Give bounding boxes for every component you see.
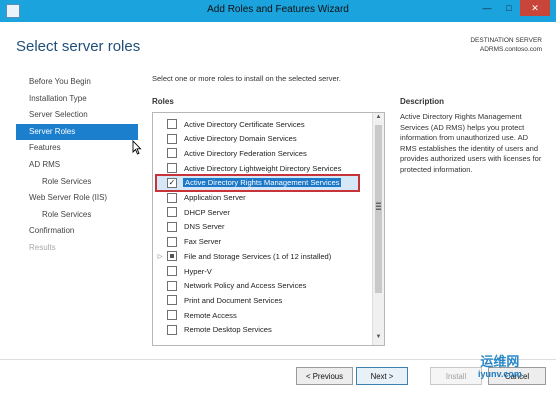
roles-list[interactable]: ▲ ▬ ▬ ▬ ▼ Active Directory Certificate Ser… [152,112,385,346]
expand-arrow-icon[interactable]: ▷ [153,253,167,260]
role-checkbox[interactable] [167,133,177,144]
role-row[interactable]: Active Directory Certificate Services [153,117,371,131]
scroll-down-arrow-icon[interactable]: ▼ [373,334,384,344]
role-label: File and Storage Services (1 of 12 insta… [184,251,332,261]
nav-item-role-services[interactable]: Role Services [16,207,138,224]
nav-item-web-server-role-iis[interactable]: Web Server Role (IIS) [16,190,138,207]
nav-item-confirmation[interactable]: Confirmation [16,223,138,240]
role-label: DHCP Server [184,207,230,217]
role-row[interactable]: Active Directory Lightweight Directory S… [153,161,371,175]
role-label: Print and Document Services [184,295,283,305]
role-checkbox[interactable] [167,280,177,291]
role-row[interactable]: ✓ Active Directory Rights Management Serv… [155,173,360,192]
minimize-button[interactable]: — [476,0,498,16]
role-checkbox[interactable] [167,251,177,262]
role-row[interactable]: Fax Server [153,235,371,249]
watermark-logo: 运维网 iyunv.com [478,354,522,380]
watermark-line2: iyunv.com [478,369,522,379]
role-label: Network Policy and Access Services [184,281,307,291]
maximize-button[interactable]: □ [498,0,520,16]
role-row[interactable]: DNS Server [153,220,371,234]
nav-item-server-selection[interactable]: Server Selection [16,107,138,124]
role-checkbox[interactable] [167,236,177,247]
role-label: Active Directory Federation Services [184,148,307,158]
window-controls: — □ ✕ [476,0,550,16]
role-checkbox[interactable] [167,324,177,335]
role-checkbox[interactable] [167,163,177,174]
role-row[interactable]: Active Directory Domain Services [153,132,371,146]
role-checkbox[interactable] [167,295,177,306]
role-label: Active Directory Certificate Services [184,119,305,129]
window-title: Add Roles and Features Wizard [207,4,349,15]
role-label: Remote Access [184,310,237,320]
scrollbar-grip-icon: ▬ ▬ ▬ [376,200,381,212]
intro-text: Select one or more roles to install on t… [152,74,341,83]
role-label: Application Server [184,193,246,202]
role-label: Active Directory Domain Services [184,134,297,144]
role-checkbox[interactable] [167,192,177,203]
role-checkbox[interactable] [167,207,177,218]
roles-label: Roles [152,97,174,106]
role-label: Fax Server [184,237,222,247]
previous-button[interactable]: < Previous [296,367,353,385]
nav-item-before-you-begin[interactable]: Before You Begin [16,74,138,91]
role-row[interactable]: Print and Document Services [153,293,371,307]
role-checkbox[interactable]: ✓ [167,177,177,188]
wizard-navigation: Before You Begin Installation Type Server … [16,74,138,257]
role-row[interactable]: ▷ File and Storage Services (1 of 12 inst… [153,249,371,263]
scroll-up-arrow-icon[interactable]: ▲ [373,114,384,124]
role-checkbox[interactable] [167,221,177,232]
title-bar: Add Roles and Features Wizard — □ ✕ [0,0,556,22]
nav-item-installation-type[interactable]: Installation Type [16,91,138,108]
role-label: Remote Desktop Services [184,325,272,335]
destination-server: DESTINATION SERVER ADRMS.contoso.com [470,36,542,54]
nav-item-features[interactable]: Features [16,140,138,157]
nav-item-results: Results [29,242,56,252]
roles-list-scrollbar[interactable]: ▲ ▬ ▬ ▬ ▼ [372,113,384,345]
description-label: Description [400,97,445,106]
role-row[interactable]: Active Directory Federation Services [153,146,371,160]
nav-item-role-services[interactable]: Role Services [16,174,138,191]
role-row[interactable]: Network Policy and Access Services [153,279,371,293]
role-checkbox[interactable] [167,310,177,321]
role-row[interactable]: Hyper-V [153,264,371,278]
role-label: Active Directory Rights Management Servi… [183,178,342,188]
page-title: Select server roles [16,38,141,55]
close-button[interactable]: ✕ [520,0,550,16]
next-button[interactable]: Next > [356,367,408,385]
role-row[interactable]: Remote Desktop Services [153,323,371,337]
destination-label: DESTINATION SERVER [470,37,542,44]
role-row[interactable]: Application Server [153,191,371,205]
nav-item-ad-rms[interactable]: AD RMS [16,157,138,174]
role-row[interactable]: DHCP Server [153,205,371,219]
destination-server-name: ADRMS.contoso.com [479,46,542,53]
role-label: Active Directory Lightweight Directory S… [184,163,342,173]
role-description: Active Directory Rights Management Servi… [400,112,542,174]
mouse-pointer-icon [132,140,142,155]
watermark-line1: 运维网 [480,354,520,369]
nav-item-server-roles[interactable]: Server Roles [16,123,138,141]
role-checkbox[interactable] [167,266,177,276]
role-row[interactable]: Remote Access [153,308,371,322]
install-button[interactable]: Install [430,367,482,385]
role-label: DNS Server [184,222,225,232]
role-checkbox[interactable] [167,148,177,159]
role-checkbox[interactable] [167,119,177,129]
role-label: Hyper-V [184,266,212,276]
